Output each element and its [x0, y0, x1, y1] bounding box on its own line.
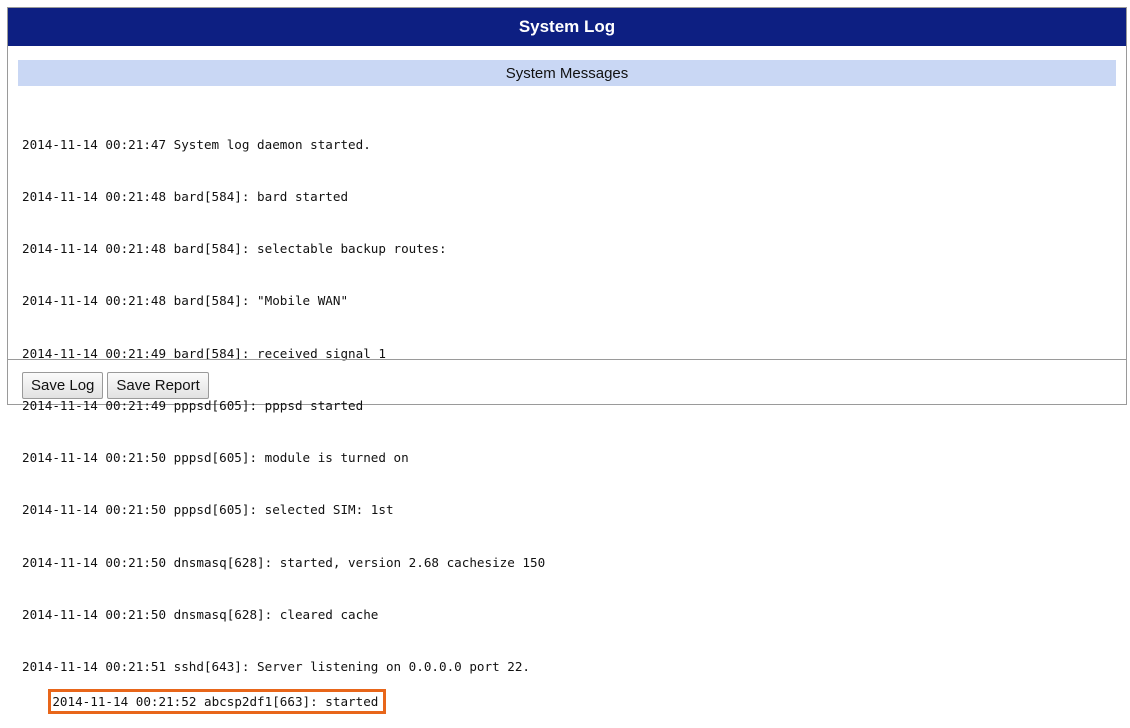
- log-output: 2014-11-14 00:21:47 System log daemon st…: [22, 101, 1126, 728]
- log-line: 2014-11-14 00:21:47 System log daemon st…: [22, 136, 371, 152]
- window-title: System Log: [8, 8, 1126, 46]
- log-line: 2014-11-14 00:21:50 pppsd[605]: selected…: [22, 502, 394, 518]
- log-line: 2014-11-14 00:21:50 dnsmasq[628]: starte…: [22, 554, 546, 570]
- divider: [8, 359, 1126, 360]
- save-log-button[interactable]: Save Log: [22, 372, 104, 399]
- log-line: 2014-11-14 00:21:51 sshd[643]: Server li…: [22, 659, 530, 674]
- button-bar: Save Log Save Report: [22, 372, 209, 399]
- log-line: 2014-11-14 00:21:48 bard[584]: selectabl…: [22, 241, 447, 257]
- highlighted-log-line: 2014-11-14 00:21:52 abcsp2df1[663]: star…: [48, 688, 387, 715]
- save-report-button[interactable]: Save Report: [107, 372, 209, 399]
- system-log-window: System Log System Messages 2014-11-14 00…: [7, 7, 1127, 715]
- log-line: 2014-11-14 00:21:48 bard[584]: "Mobile W…: [22, 293, 349, 309]
- section-header: System Messages: [18, 60, 1116, 86]
- log-line: 2014-11-14 00:21:50 pppsd[605]: module i…: [22, 450, 409, 466]
- log-line: 2014-11-14 00:21:49 pppsd[605]: pppsd st…: [22, 397, 364, 413]
- log-line: 2014-11-14 00:21:48 bard[584]: bard star…: [22, 189, 349, 205]
- log-line: 2014-11-14 00:21:50 dnsmasq[628]: cleare…: [22, 606, 379, 622]
